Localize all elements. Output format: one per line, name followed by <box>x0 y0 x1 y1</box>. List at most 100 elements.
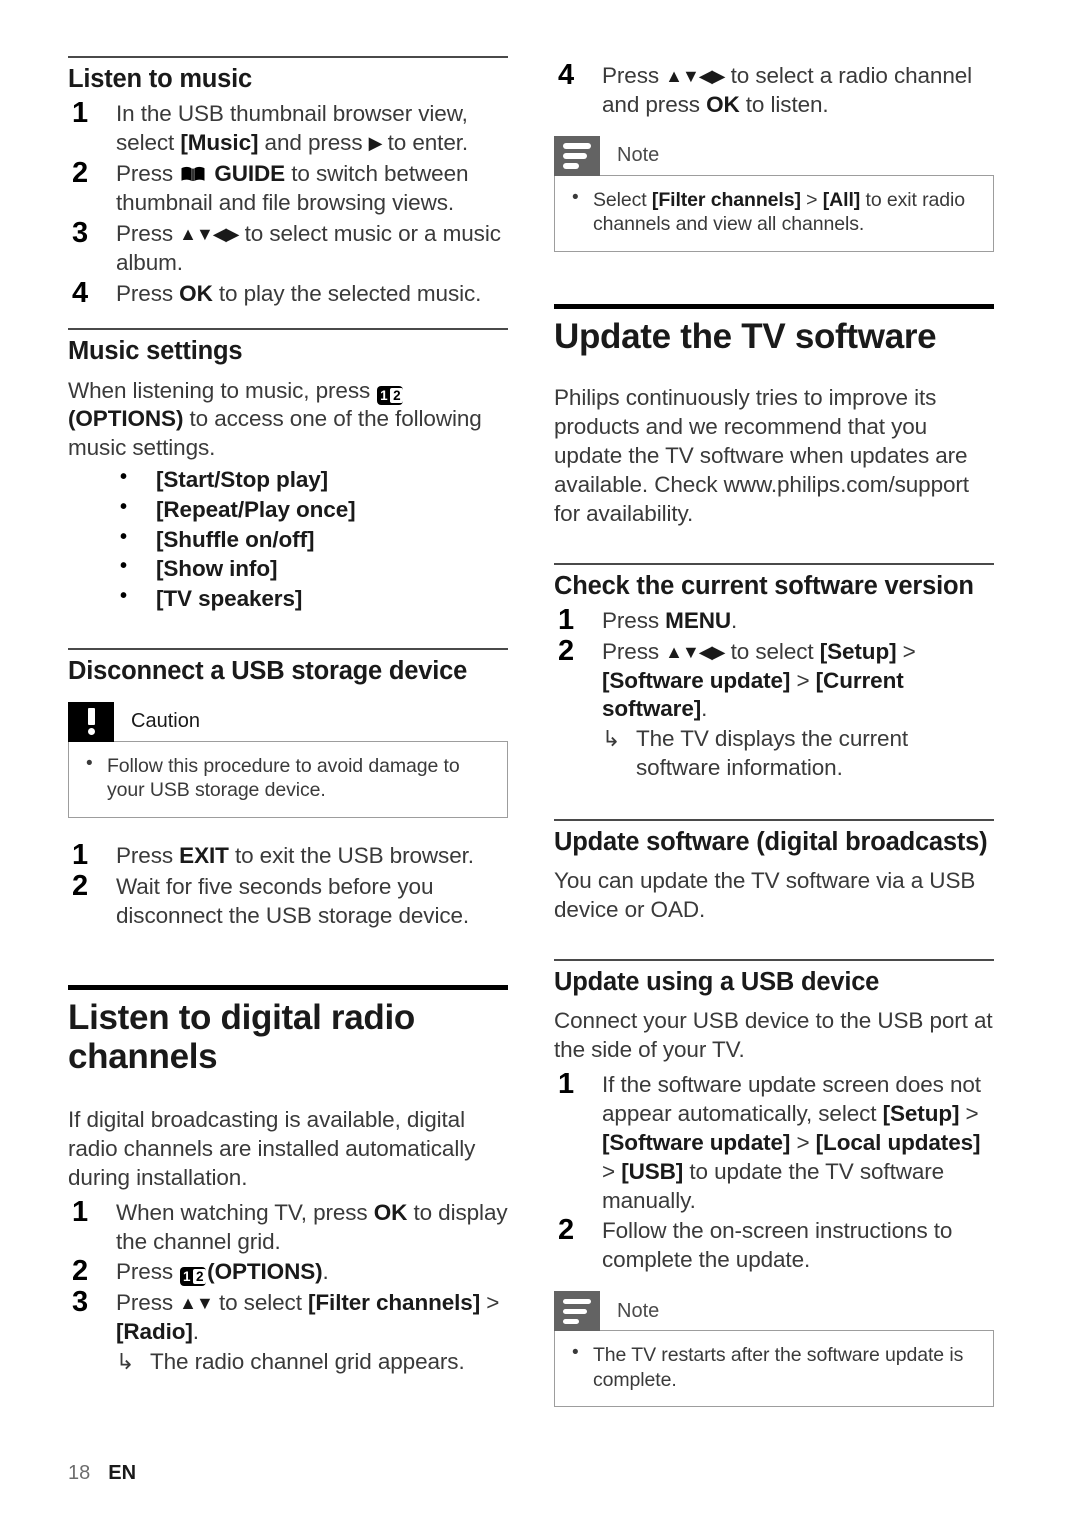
list-item: [Show info] <box>120 553 508 584</box>
section-update-digital-broadcasts: Update software (digital broadcasts) You… <box>554 819 994 925</box>
step-item: Press MENU. <box>554 604 994 637</box>
options-icon: 12 <box>377 385 404 405</box>
note-icon <box>554 1291 600 1332</box>
emphasis-text: [Local updates] <box>815 1129 981 1155</box>
text-run: Wait for five seconds before you disconn… <box>116 873 470 928</box>
substep-arrow-icon: ↳ <box>602 726 621 752</box>
heading-update-tv-software: Update the TV software <box>554 316 937 356</box>
text-run: Select <box>593 188 652 211</box>
text-run: . <box>192 1319 199 1345</box>
steps-update-usb: If the software update screen does not a… <box>554 1068 994 1275</box>
caution-title: Caution <box>131 710 200 733</box>
section-update-tv-software: Update the TV software Philips continuou… <box>554 303 994 529</box>
update-usb-intro: Connect your USB device to the USB port … <box>554 1008 993 1063</box>
left-column: Listen to music In the USB thumbnail bro… <box>68 56 508 1407</box>
steps-radio-continued: 4 Press ▲▼◀▶ to select a radio channel an… <box>554 59 994 120</box>
text-run: . <box>731 607 738 633</box>
right-arrow-icon: ▶ <box>368 132 383 153</box>
note-items: The TV restarts after the software updat… <box>569 1341 979 1392</box>
section-rule <box>554 819 994 822</box>
note-title: Note <box>617 1299 660 1322</box>
emphasis-text: MENU <box>665 607 732 633</box>
step-item: Press ▲▼◀▶ to select music or a music al… <box>68 217 508 278</box>
emphasis-text: [USB] <box>621 1158 684 1184</box>
section-music-settings: Music settings When listening to music, … <box>68 328 508 613</box>
step-item: When watching TV, press OK to display th… <box>68 1196 508 1257</box>
text-run: Press <box>602 607 666 633</box>
emphasis-text: [Music] <box>180 129 259 155</box>
step-item: Press GUIDE to switch between thumbnail … <box>68 157 508 218</box>
heading-update-digital-broadcasts: Update software (digital broadcasts) <box>554 828 988 857</box>
section-rule <box>554 959 994 962</box>
emphasis-text: (OPTIONS) <box>68 406 184 432</box>
right-column: 4 Press ▲▼◀▶ to select a radio channel an… <box>554 56 994 1408</box>
digital-radio-intro: If digital broadcasting is available, di… <box>68 1106 476 1190</box>
text-run: to exit the USB browser. <box>228 842 474 868</box>
step-item: Press EXIT to exit the USB browser. <box>68 839 508 872</box>
heading-update-usb: Update using a USB device <box>554 968 880 997</box>
note-title: Note <box>617 144 660 167</box>
emphasis-text: OK <box>373 1199 408 1225</box>
note-header: Note <box>554 135 994 176</box>
note-callout-usb: Note The TV restarts after the software … <box>554 1291 994 1408</box>
list-item: [Repeat/Play once] <box>120 494 508 525</box>
text-run: to enter. <box>381 129 469 155</box>
list-item: The TV restarts after the software updat… <box>569 1341 979 1392</box>
emphasis-text: GUIDE <box>208 160 286 186</box>
list-item: [TV speakers] <box>120 583 508 614</box>
text-run: to listen. <box>739 91 829 117</box>
heading-check-version: Check the current software version <box>554 571 974 600</box>
text-run: > <box>602 1158 622 1184</box>
text-run: Press <box>116 842 180 868</box>
emphasis-text: OK <box>706 91 740 117</box>
section-rule <box>68 56 508 58</box>
text-run: > <box>480 1290 500 1316</box>
text-run: Press <box>116 1290 180 1316</box>
text-run: Press <box>116 1259 180 1285</box>
text-run: When watching TV, press <box>116 1199 374 1225</box>
emphasis-text: [Filter channels] <box>308 1290 481 1316</box>
note-callout-radio: Note Select [Filter channels] > [All] to… <box>554 135 994 252</box>
text-run: Press <box>116 220 180 246</box>
text-run: > <box>896 638 916 664</box>
emphasis-text: [Software update] <box>602 1129 791 1155</box>
music-settings-options: [Start/Stop play][Repeat/Play once][Shuf… <box>68 464 508 614</box>
text-run: . <box>322 1259 329 1285</box>
note-lines-icon <box>563 1298 591 1325</box>
step-item: Press ▲▼◀▶ to select [Setup] > [Software… <box>554 635 994 784</box>
heading-digital-radio: Listen to digital radio channels <box>68 997 415 1076</box>
section-disconnect-usb: Disconnect a USB storage device Caution … <box>68 647 508 931</box>
section-update-usb: Update using a USB device Connect your U… <box>554 959 994 1408</box>
manual-page: Listen to music In the USB thumbnail bro… <box>0 0 1080 1527</box>
step-item: In the USB thumbnail browser view, selec… <box>68 97 508 158</box>
page-number: 18 <box>68 1462 91 1484</box>
section-rule <box>68 647 508 650</box>
note-icon <box>554 135 600 176</box>
section-rule-major <box>554 303 994 309</box>
section-radio-step4: 4 Press ▲▼◀▶ to select a radio channel an… <box>554 59 994 252</box>
list-item: Follow this procedure to avoid damage to… <box>83 752 493 803</box>
step-number: 4 <box>558 59 575 91</box>
substep-arrow-icon: ↳ <box>116 1349 135 1375</box>
music-settings-intro: When listening to music, press 1 2 (OPTION… <box>68 377 508 464</box>
step-item: Press OK to play the selected music. <box>68 277 508 310</box>
up-down-arrows-icon: ▲▼ <box>179 1293 214 1314</box>
list-item: [Shuffle on/off] <box>120 524 508 555</box>
text-run: > <box>790 667 816 693</box>
step-result: ↳ The TV displays the current software in… <box>602 725 994 783</box>
text-run: > <box>959 1100 979 1126</box>
heading-listen-to-music: Listen to music <box>68 65 253 93</box>
text-run: When listening to music, press <box>68 377 377 403</box>
emphasis-text: [Setup] <box>819 638 897 664</box>
text-run: > <box>790 1129 816 1155</box>
text-run: and press <box>258 129 369 155</box>
text-run: . <box>701 696 708 722</box>
emphasis-text: [Radio] <box>116 1319 193 1345</box>
navigation-arrows-icon: ▲▼◀▶ <box>665 641 725 662</box>
text-run: Press <box>602 638 666 664</box>
note-items: Select [Filter channels] > [All] to exit… <box>569 186 979 237</box>
steps-disconnect-usb: Press EXIT to exit the USB browser. Wait … <box>68 839 508 931</box>
text-run: Press <box>116 280 180 306</box>
emphasis-text: [Filter channels] <box>651 188 801 211</box>
steps-check-version: Press MENU. Press ▲▼◀▶ to select [Setup] … <box>554 604 994 784</box>
